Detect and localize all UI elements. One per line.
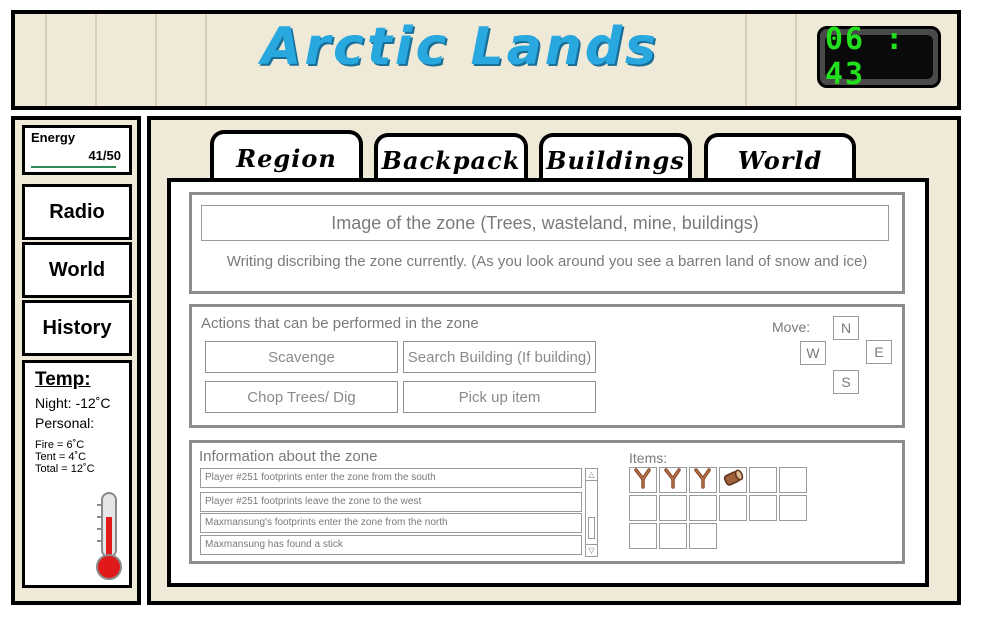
chop-trees-button[interactable]: Chop Trees/ Dig [205,381,398,413]
item-slot[interactable] [629,467,657,493]
actions-heading: Actions that can be performed in the zon… [201,315,479,332]
log-entry: Maxmansung has found a stick [200,535,582,555]
log-icon [721,467,745,494]
decor-stripe [155,14,157,106]
personal-label: Personal: [35,415,95,431]
item-slot[interactable] [689,523,717,549]
game-title: Arctic Lands [261,17,659,77]
move-west-button[interactable]: W [800,341,826,365]
clock-display: 06 : 43 [825,22,933,92]
scroll-down-icon[interactable]: ▽ [586,544,597,556]
item-slot[interactable] [779,495,807,521]
search-building-button[interactable]: Search Building (If building) [403,341,596,373]
history-button[interactable]: History [22,300,132,356]
item-slot[interactable] [719,495,747,521]
tab-backpack[interactable]: Backpack [374,133,528,183]
item-slot[interactable] [659,523,687,549]
move-east-button[interactable]: E [866,340,892,364]
item-slot[interactable] [779,467,807,493]
item-slot[interactable] [719,467,747,493]
pick-up-item-button[interactable]: Pick up item [403,381,596,413]
item-slot[interactable] [629,523,657,549]
zone-image: Image of the zone (Trees, wasteland, min… [201,205,889,241]
item-slot[interactable] [689,467,717,493]
decor-stripe [45,14,47,106]
item-slot[interactable] [749,467,777,493]
info-box: Information about the zone Player #251 f… [189,440,905,564]
fire-temp: Fire = 6˚C [35,439,85,451]
thermometer-icon [96,492,122,580]
zone-description-box: Image of the zone (Trees, wasteland, min… [189,192,905,294]
decor-stripe [95,14,97,106]
log-scrollbar[interactable]: △ ▽ [585,468,598,557]
tent-temp: Tent = 4˚C [35,451,87,463]
item-slot[interactable] [689,495,717,521]
move-label: Move: [772,319,811,335]
stick-icon [692,467,714,494]
item-slot[interactable] [659,467,687,493]
region-content: Image of the zone (Trees, wasteland, min… [167,178,929,587]
tab-region[interactable]: Region [210,130,363,182]
sidebar: Energy 41/50 Radio World History Temp: N… [11,116,141,605]
scroll-up-icon[interactable]: △ [586,469,597,481]
temp-title: Temp: [35,369,91,390]
info-heading: Information about the zone [199,448,378,465]
energy-label: Energy [31,130,76,145]
log-entry: Maxmansung's footprints enter the zone f… [200,513,582,533]
item-grid [629,467,811,553]
total-temp: Total = 12˚C [35,463,95,475]
world-button[interactable]: World [22,242,132,298]
temperature-panel: Temp: Night: -12˚C Personal: Fire = 6˚C … [22,360,132,588]
log-entry: Player #251 footprints enter the zone fr… [200,468,582,488]
night-temp: Night: -12˚C [35,395,111,411]
energy-value: 41/50 [88,148,121,163]
items-label: Items: [629,450,668,466]
move-north-button[interactable]: N [833,316,859,340]
game-clock: 06 : 43 [817,22,941,92]
item-slot[interactable] [749,495,777,521]
tab-buildings[interactable]: Buildings [539,133,692,183]
item-slot[interactable] [629,495,657,521]
zone-description: Writing discribing the zone currently. (… [226,253,868,270]
decor-stripe [745,14,747,106]
tab-world[interactable]: World [704,133,856,183]
move-south-button[interactable]: S [833,370,859,394]
energy-meter: Energy 41/50 [22,125,132,175]
scavenge-button[interactable]: Scavenge [205,341,398,373]
scroll-thumb[interactable] [588,517,595,539]
log-entry: Player #251 footprints leave the zone to… [200,492,582,512]
stick-icon [662,467,684,494]
decor-stripe [795,14,797,106]
actions-box: Actions that can be performed in the zon… [189,304,905,428]
energy-bar [31,166,117,168]
radio-button[interactable]: Radio [22,184,132,240]
item-slot[interactable] [659,495,687,521]
stick-icon [632,467,654,494]
